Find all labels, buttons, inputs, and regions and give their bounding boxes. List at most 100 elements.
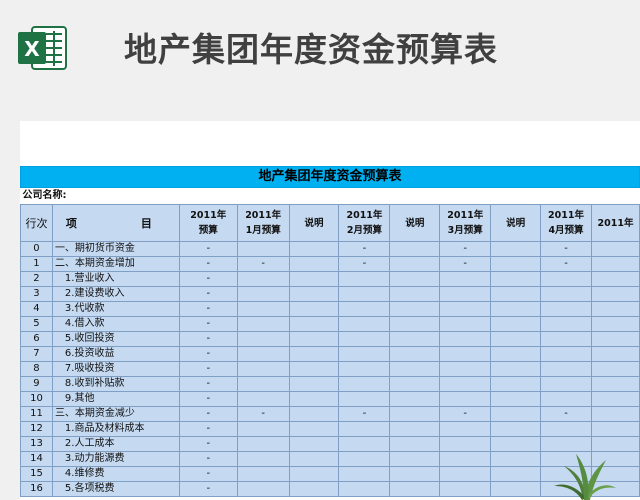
row-value-cell[interactable] (439, 436, 492, 452)
row-value-cell[interactable] (590, 436, 640, 452)
row-value-cell[interactable] (389, 481, 441, 497)
row-value-cell[interactable] (490, 376, 542, 392)
row-item-cell[interactable]: 一、期初货币资金 (51, 241, 180, 257)
row-seq-cell[interactable]: 5 (20, 316, 53, 332)
company-name-label[interactable]: 公司名称: (20, 187, 640, 205)
row-seq-cell[interactable]: 15 (20, 466, 53, 482)
row-value-cell[interactable] (288, 481, 340, 497)
row-value-cell[interactable]: - (236, 256, 290, 272)
row-value-cell[interactable] (590, 301, 640, 317)
row-value-cell[interactable] (338, 421, 391, 437)
row-value-cell[interactable] (236, 436, 290, 452)
row-value-cell[interactable] (389, 301, 441, 317)
row-value-cell[interactable] (439, 451, 492, 467)
row-value-cell[interactable] (236, 391, 290, 407)
row-seq-cell[interactable]: 6 (20, 331, 53, 347)
row-value-cell[interactable]: - (540, 406, 592, 422)
row-value-cell[interactable] (439, 376, 492, 392)
row-value-cell[interactable] (389, 256, 441, 272)
row-value-cell[interactable] (590, 271, 640, 287)
row-value-cell[interactable] (236, 451, 290, 467)
row-value-cell[interactable] (540, 421, 592, 437)
row-value-cell[interactable] (338, 301, 391, 317)
row-value-cell[interactable] (389, 421, 441, 437)
row-item-cell[interactable]: 4.维修费 (51, 466, 180, 482)
row-value-cell[interactable] (389, 286, 441, 302)
row-value-cell[interactable] (439, 421, 492, 437)
row-value-cell[interactable] (439, 331, 492, 347)
row-value-cell[interactable] (490, 436, 542, 452)
row-value-cell[interactable] (540, 271, 592, 287)
row-value-cell[interactable] (338, 451, 391, 467)
row-value-cell[interactable] (439, 301, 492, 317)
row-value-cell[interactable] (439, 316, 492, 332)
row-item-cell[interactable]: 5.收回投资 (51, 331, 180, 347)
row-value-cell[interactable] (389, 241, 441, 257)
row-value-cell[interactable] (540, 361, 592, 377)
row-value-cell[interactable] (490, 361, 542, 377)
row-value-cell[interactable] (439, 361, 492, 377)
header-col-1[interactable]: 2011年 1月预算 (236, 204, 290, 242)
row-value-cell[interactable] (540, 316, 592, 332)
row-value-cell[interactable] (490, 481, 542, 497)
row-value-cell[interactable] (389, 466, 441, 482)
row-value-cell[interactable]: - (439, 406, 492, 422)
row-value-cell[interactable] (338, 331, 391, 347)
row-value-cell[interactable]: - (178, 316, 238, 332)
header-col-0[interactable]: 2011年 预算 (178, 204, 238, 242)
row-value-cell[interactable] (236, 376, 290, 392)
row-value-cell[interactable]: - (178, 451, 238, 467)
row-value-cell[interactable]: - (178, 466, 238, 482)
header-col-2[interactable]: 说明 (288, 204, 340, 242)
row-value-cell[interactable]: - (178, 346, 238, 362)
row-seq-cell[interactable]: 2 (20, 271, 53, 287)
row-seq-cell[interactable]: 3 (20, 286, 53, 302)
row-item-cell[interactable]: 1.营业收入 (51, 271, 180, 287)
header-item[interactable]: 项 目 (51, 204, 180, 242)
row-value-cell[interactable] (590, 241, 640, 257)
row-value-cell[interactable] (389, 361, 441, 377)
row-seq-cell[interactable]: 10 (20, 391, 53, 407)
row-value-cell[interactable] (439, 466, 492, 482)
row-value-cell[interactable] (288, 361, 340, 377)
row-item-cell[interactable]: 2.人工成本 (51, 436, 180, 452)
row-value-cell[interactable] (338, 466, 391, 482)
row-value-cell[interactable]: - (178, 391, 238, 407)
header-col-7[interactable]: 2011年 4月预算 (540, 204, 592, 242)
row-value-cell[interactable]: - (236, 406, 290, 422)
row-value-cell[interactable] (540, 391, 592, 407)
row-seq-cell[interactable]: 12 (20, 421, 53, 437)
row-value-cell[interactable]: - (178, 331, 238, 347)
row-value-cell[interactable] (236, 481, 290, 497)
row-value-cell[interactable] (590, 316, 640, 332)
row-value-cell[interactable] (439, 391, 492, 407)
row-seq-cell[interactable]: 0 (20, 241, 53, 257)
row-value-cell[interactable] (338, 391, 391, 407)
row-value-cell[interactable] (288, 241, 340, 257)
row-seq-cell[interactable]: 1 (20, 256, 53, 272)
row-value-cell[interactable]: - (338, 406, 391, 422)
row-value-cell[interactable] (288, 331, 340, 347)
row-value-cell[interactable]: - (178, 421, 238, 437)
row-value-cell[interactable] (590, 376, 640, 392)
row-seq-cell[interactable]: 16 (20, 481, 53, 497)
row-value-cell[interactable] (490, 256, 542, 272)
row-value-cell[interactable] (590, 331, 640, 347)
row-value-cell[interactable] (236, 271, 290, 287)
row-item-cell[interactable]: 8.收到补贴款 (51, 376, 180, 392)
row-seq-cell[interactable]: 13 (20, 436, 53, 452)
row-value-cell[interactable] (236, 301, 290, 317)
row-value-cell[interactable] (439, 481, 492, 497)
row-value-cell[interactable] (540, 346, 592, 362)
header-col-6[interactable]: 说明 (490, 204, 542, 242)
row-value-cell[interactable] (590, 346, 640, 362)
row-value-cell[interactable] (338, 376, 391, 392)
row-value-cell[interactable] (288, 271, 340, 287)
header-col-4[interactable]: 说明 (389, 204, 441, 242)
row-seq-cell[interactable]: 14 (20, 451, 53, 467)
row-value-cell[interactable] (288, 466, 340, 482)
header-col-3[interactable]: 2011年 2月预算 (338, 204, 391, 242)
row-value-cell[interactable] (389, 376, 441, 392)
row-value-cell[interactable] (338, 286, 391, 302)
row-value-cell[interactable] (236, 316, 290, 332)
